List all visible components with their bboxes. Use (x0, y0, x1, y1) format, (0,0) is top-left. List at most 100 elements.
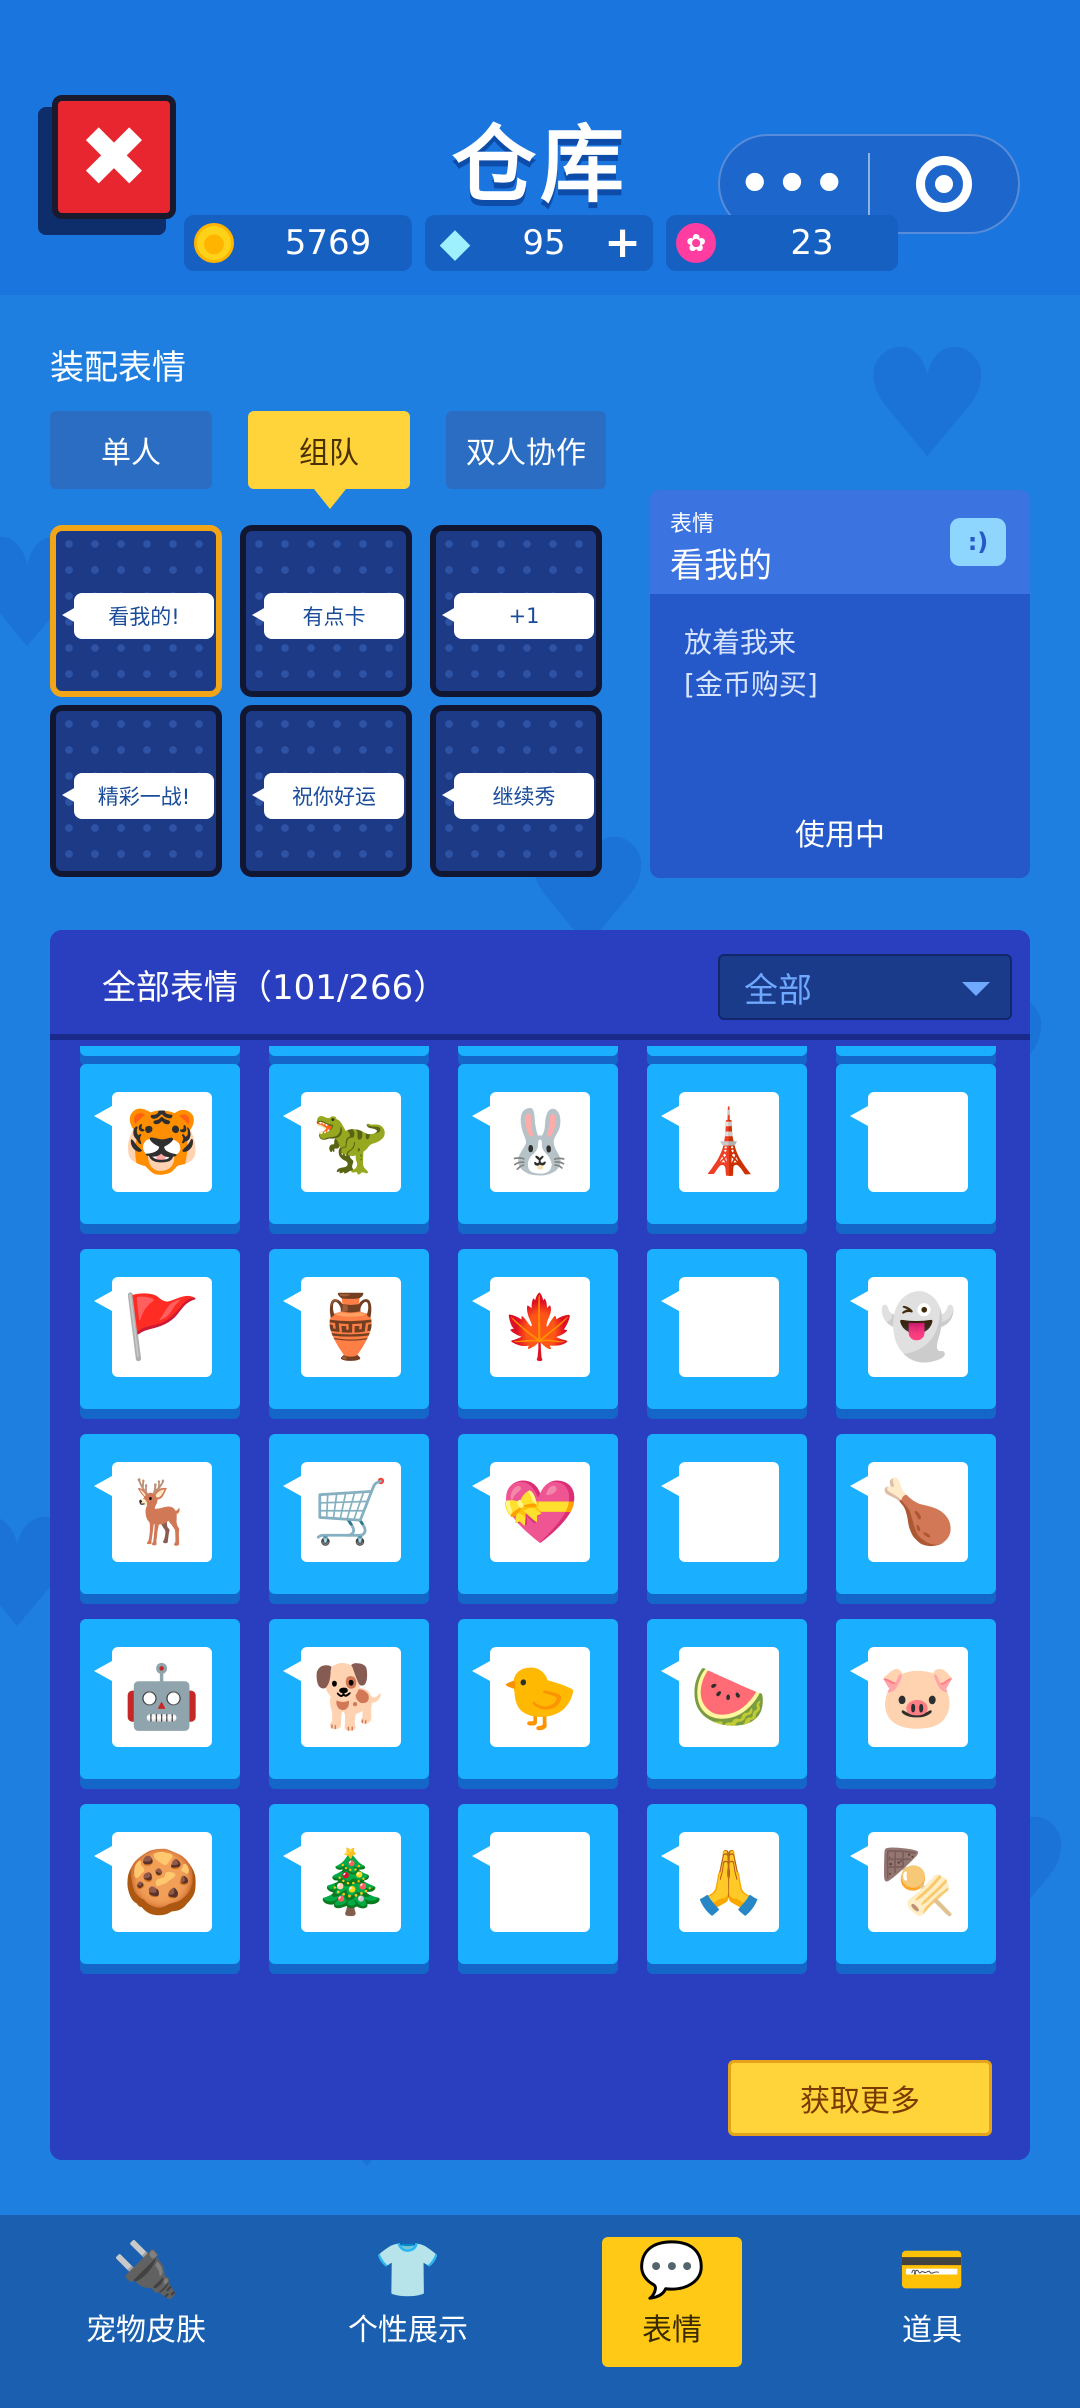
detail-description: 放着我来 [金币购买] (684, 622, 818, 706)
robot-icon: 🤖 (94, 1647, 212, 1747)
rabbit-icon: 🐰 (472, 1092, 590, 1192)
reindeer-icon: 🦌 (94, 1462, 212, 1562)
flower-balance: ✿ 23 (666, 215, 898, 271)
nav-label: 宠物皮肤 (86, 2313, 206, 2348)
plug-icon: 🔌 (112, 2238, 180, 2301)
emote-cell[interactable]: 🐵 (647, 1434, 807, 1594)
filter-dropdown[interactable]: 全部 (718, 954, 1012, 1020)
nav-item-profile-show[interactable]: 👕 个性展示 (338, 2237, 478, 2367)
emote-cell[interactable]: 🛒 (269, 1434, 429, 1594)
get-more-button[interactable]: 获取更多 (728, 2060, 992, 2136)
slot-label: 看我的! (62, 593, 214, 639)
emote-cell[interactable]: 🦖 (269, 1064, 429, 1224)
chick-add-friend-icon: 🐤 (472, 1647, 590, 1747)
nav-label: 道具 (902, 2313, 962, 2348)
close-icon: ✖ (52, 95, 176, 219)
nav-item-items[interactable]: 💳 道具 (862, 2237, 1002, 2367)
emote-cell[interactable]: 🗼 (647, 1064, 807, 1224)
emote-cell[interactable]: 🌤 (836, 1064, 996, 1224)
emote-cell-partial[interactable] (836, 1046, 996, 1056)
emote-cell[interactable]: 🍗 (836, 1434, 996, 1594)
emote-slot-3[interactable]: +1 (430, 525, 602, 697)
add-gems-button[interactable]: + (604, 215, 641, 271)
detail-header: 表情 看我的 :) (650, 490, 1030, 594)
emote-cell[interactable]: 🍢 (836, 1804, 996, 1964)
equip-section-title: 装配表情 (50, 348, 186, 388)
emote-slot-4[interactable]: 精彩一战! (50, 705, 222, 877)
emote-cell-partial[interactable] (269, 1046, 429, 1056)
roast-chicken-icon: 🍗 (850, 1462, 968, 1562)
nav-item-pet-skin[interactable]: 🔌 宠物皮肤 (76, 2237, 216, 2367)
chat-face-icon: :) (950, 518, 1006, 566)
emote-cell[interactable]: 🐷 (836, 1619, 996, 1779)
nav-item-emotes[interactable]: 💬 表情 (602, 2237, 742, 2367)
all-emotes-header: 全部表情（101/266） 全部 (50, 930, 1030, 1040)
red-flag-icon: 🚩 (94, 1277, 212, 1377)
emote-cell[interactable]: 🎄 (269, 1804, 429, 1964)
detail-price-type: [金币购买] (684, 668, 818, 701)
coin-balance: ● 5769 (184, 215, 412, 271)
nav-label: 表情 (642, 2313, 702, 2348)
emote-cell[interactable]: 🏺 (269, 1249, 429, 1409)
filter-value: 全部 (744, 970, 812, 1011)
tab-duo[interactable]: 双人协作 (446, 411, 606, 489)
bottom-nav: 🔌 宠物皮肤 👕 个性展示 💬 表情 💳 道具 (0, 2215, 1080, 2408)
coffee-cup-icon: ☕ (472, 1832, 590, 1932)
rabbit-heart-icon: 💝 (472, 1462, 590, 1562)
emote-cell[interactable]: 🐰 (458, 1064, 618, 1224)
emote-cell[interactable]: 🙏 (647, 1804, 807, 1964)
coin-value: 5769 (284, 223, 372, 263)
watermelon-rhino-icon: 🍉 (661, 1647, 779, 1747)
emote-cell[interactable]: 🤖 (80, 1619, 240, 1779)
header: ✖ 仓库 ••• ● 5769 ◆ 95 + ✿ 23 (0, 0, 1080, 295)
more-icon[interactable]: ••• (720, 158, 868, 210)
cloud-sun-icon: 🌤 (850, 1092, 968, 1192)
all-emotes-title: 全部表情（101/266） (102, 968, 448, 1008)
detail-status[interactable]: 使用中 (650, 810, 1030, 854)
emote-cell[interactable]: 🐯 (80, 1064, 240, 1224)
emote-slot-5[interactable]: 祝你好运 (240, 705, 412, 877)
emote-cell-partial[interactable] (458, 1046, 618, 1056)
detail-desc-line: 放着我来 (684, 626, 797, 659)
tab-single[interactable]: 单人 (50, 411, 212, 489)
flower-value: 23 (790, 223, 834, 263)
page-title: 仓库 (451, 116, 628, 214)
emote-cell[interactable]: 💝 (458, 1434, 618, 1594)
close-miniapp-button[interactable] (870, 156, 1018, 212)
slot-label: 继续秀 (442, 773, 594, 819)
emote-slot-2[interactable]: 有点卡 (240, 525, 412, 697)
target-icon (915, 156, 972, 212)
emote-cell[interactable]: 🐕 (269, 1619, 429, 1779)
praying-hands-icon: 🙏 (661, 1832, 779, 1932)
card-icon: 💳 (898, 2238, 966, 2301)
slot-label: 精彩一战! (62, 773, 214, 819)
emote-grid[interactable]: 🐯 🦖 🐰 🗼 🌤 🚩 🏺 🍁 🕷 👻 🦌 🛒 💝 🐵 🍗 🤖 🐕 🐤 🍉 🐷 🍪 🎄 ☕ 🙏 🍢 (50, 1046, 1030, 1976)
emote-cell[interactable]: 👻 (836, 1249, 996, 1409)
emote-cell[interactable]: 🦌 (80, 1434, 240, 1594)
emote-cell[interactable]: 🚩 (80, 1249, 240, 1409)
ghost-icon: 👻 (850, 1277, 968, 1377)
emote-cell[interactable]: ☕ (458, 1804, 618, 1964)
ornament-ball-icon: 🎄 (283, 1832, 401, 1932)
all-emotes-footer: 获取更多 (50, 2040, 1030, 2160)
emote-cell-partial[interactable] (647, 1046, 807, 1056)
gem-balance: ◆ 95 + (425, 215, 653, 271)
emote-cell[interactable]: 🍉 (647, 1619, 807, 1779)
pig-icon: 🐷 (850, 1647, 968, 1747)
emote-slot-6[interactable]: 继续秀 (430, 705, 602, 877)
shopping-cart-icon: 🛒 (283, 1462, 401, 1562)
nav-label: 个性展示 (348, 2313, 468, 2348)
emote-cell[interactable]: 🐤 (458, 1619, 618, 1779)
gem-value: 95 (522, 223, 566, 263)
tower-monument-icon: 🗼 (661, 1092, 779, 1192)
tab-team[interactable]: 组队 (248, 411, 410, 509)
close-button[interactable]: ✖ (38, 95, 178, 235)
slot-label: +1 (442, 593, 594, 639)
emote-slot-1[interactable]: 看我的! (50, 525, 222, 697)
emote-cell[interactable]: 🍪 (80, 1804, 240, 1964)
slot-label: 祝你好运 (252, 773, 404, 819)
emote-cell[interactable]: 🍁 (458, 1249, 618, 1409)
gingerbread-man-icon: 🍪 (94, 1832, 212, 1932)
emote-cell[interactable]: 🕷 (647, 1249, 807, 1409)
emote-cell-partial[interactable] (80, 1046, 240, 1056)
